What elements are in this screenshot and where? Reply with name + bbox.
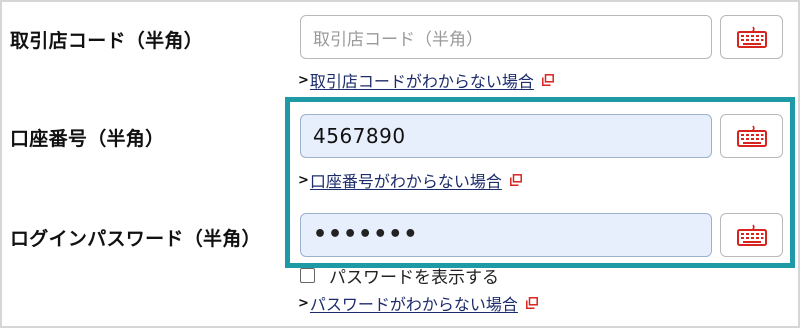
branch-code-help-link[interactable]: 取引店コードがわからない場合 bbox=[310, 68, 534, 92]
login-password-masked-value: ••••••• bbox=[313, 222, 419, 247]
branch-code-input[interactable]: 取引店コード（半角） bbox=[300, 15, 712, 59]
account-number-input[interactable]: 4567890 bbox=[300, 114, 712, 158]
software-keyboard-icon bbox=[736, 224, 767, 246]
login-password-label: ログインパスワード（半角） bbox=[10, 228, 261, 250]
software-keyboard-icon bbox=[736, 26, 767, 48]
branch-code-keyboard-button[interactable] bbox=[720, 15, 783, 59]
account-number-help-link[interactable]: 口座番号がわからない場合 bbox=[310, 168, 502, 192]
account-number-label: 口座番号（半角） bbox=[10, 128, 165, 150]
external-window-icon bbox=[509, 174, 522, 186]
login-password-keyboard-button[interactable] bbox=[720, 213, 783, 257]
login-password-input[interactable]: ••••••• bbox=[300, 213, 712, 257]
login-password-help: > パスワードがわからない場合 bbox=[298, 291, 538, 315]
help-arrow: > bbox=[298, 172, 309, 188]
branch-code-label: 取引店コード（半角） bbox=[10, 30, 204, 52]
external-window-icon bbox=[525, 297, 538, 309]
account-number-keyboard-button[interactable] bbox=[720, 114, 783, 158]
show-password-checkbox[interactable] bbox=[300, 267, 315, 283]
software-keyboard-icon bbox=[736, 125, 767, 147]
account-number-value: 4567890 bbox=[313, 124, 406, 148]
help-arrow: > bbox=[298, 295, 309, 311]
branch-code-help: > 取引店コードがわからない場合 bbox=[298, 68, 554, 92]
account-number-help: > 口座番号がわからない場合 bbox=[298, 168, 522, 192]
show-password-label: パスワードを表示する bbox=[329, 267, 499, 288]
show-password-row[interactable]: パスワードを表示する bbox=[300, 263, 499, 288]
external-window-icon bbox=[541, 74, 554, 86]
branch-code-placeholder: 取引店コード（半角） bbox=[313, 29, 483, 50]
help-arrow: > bbox=[298, 72, 309, 88]
login-password-help-link[interactable]: パスワードがわからない場合 bbox=[310, 291, 518, 315]
